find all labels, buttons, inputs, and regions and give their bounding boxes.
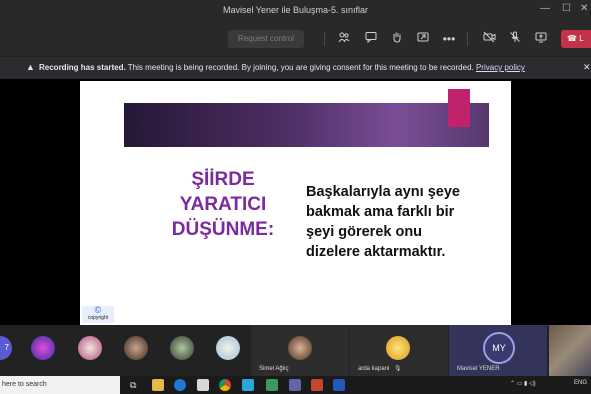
slide-header-band bbox=[124, 103, 489, 147]
avatar[interactable] bbox=[170, 336, 194, 360]
body-line: şeyi görerek onu bbox=[306, 224, 423, 240]
participant-tile[interactable]: Simel Ağlıç bbox=[251, 325, 349, 376]
body-line: dizelere aktarmaktır. bbox=[306, 244, 446, 260]
participants-strip: 7 Simel Ağlıç arda kapani 🎙 MY Mavisel Y… bbox=[0, 325, 591, 376]
body-line: bakmak ama farklı bir bbox=[306, 204, 455, 220]
app-icon[interactable] bbox=[242, 379, 254, 391]
tray-icons[interactable]: ⌃ ▭ ▮ ◁) bbox=[510, 380, 536, 387]
participant-name: Mavisel YENER bbox=[457, 366, 500, 372]
banner-text: This meeting is being recorded. By joini… bbox=[127, 63, 474, 72]
raise-hand-icon[interactable] bbox=[389, 31, 405, 47]
copyright-icon: © bbox=[94, 305, 102, 315]
maximize-icon[interactable]: ☐ bbox=[562, 3, 571, 14]
leave-button[interactable]: ☎ L bbox=[561, 30, 591, 48]
slide-accent-block bbox=[448, 89, 470, 127]
window-title: Mavisel Yener ile Buluşma-5. sınıflar bbox=[222, 5, 369, 15]
toolbar-divider bbox=[467, 32, 468, 46]
taskbar-search[interactable]: here to search bbox=[0, 376, 120, 394]
chat-icon[interactable] bbox=[363, 31, 379, 47]
meeting-toolbar: Request control ••• ☎ L bbox=[0, 22, 591, 57]
close-icon[interactable]: ✕ bbox=[580, 3, 588, 14]
task-view-icon[interactable]: ⧉ bbox=[130, 379, 142, 391]
chrome-icon[interactable] bbox=[219, 379, 231, 391]
participant-name: arda kapani bbox=[358, 366, 390, 372]
participants-icon[interactable] bbox=[336, 31, 352, 47]
slide-body: Başkalarıyla aynı şeye bakmak ama farklı… bbox=[306, 182, 460, 262]
privacy-policy-link[interactable]: Privacy policy bbox=[476, 63, 525, 72]
avatar[interactable] bbox=[124, 336, 148, 360]
toolbar-divider bbox=[324, 32, 325, 46]
powerpoint-icon[interactable] bbox=[311, 379, 323, 391]
participant-tile[interactable]: MY Mavisel YENER bbox=[449, 325, 547, 376]
teams-icon[interactable] bbox=[289, 379, 301, 391]
app-icon[interactable] bbox=[266, 379, 278, 391]
avatar[interactable] bbox=[216, 336, 240, 360]
avatar[interactable] bbox=[31, 336, 55, 360]
recording-banner: ▲ Recording has started. This meeting is… bbox=[0, 57, 591, 79]
presentation-slide: ŞİİRDE YARATICI DÜŞÜNME: Başkalarıyla ay… bbox=[80, 81, 511, 325]
avatar[interactable] bbox=[78, 336, 102, 360]
copyright-label: copyright bbox=[87, 315, 109, 321]
avatar bbox=[386, 336, 410, 360]
slide-heading: ŞİİRDE YARATICI DÜŞÜNME: bbox=[168, 167, 278, 242]
file-explorer-icon[interactable] bbox=[152, 379, 164, 391]
more-options-icon[interactable]: ••• bbox=[441, 31, 457, 47]
mic-off-icon: 🎙 bbox=[394, 366, 402, 372]
avatar: MY bbox=[483, 332, 515, 364]
camera-off-icon[interactable] bbox=[481, 31, 497, 47]
leave-label: L bbox=[579, 34, 584, 43]
avatar bbox=[288, 336, 312, 360]
dismiss-banner-icon[interactable]: ✕ bbox=[583, 62, 591, 73]
title-bar: Mavisel Yener ile Buluşma-5. sınıflar — … bbox=[0, 0, 591, 22]
body-line: Başkalarıyla aynı şeye bbox=[306, 184, 460, 200]
minimize-icon[interactable]: — bbox=[540, 3, 550, 14]
participant-tile[interactable]: arda kapani 🎙 bbox=[350, 325, 448, 376]
request-control-button[interactable]: Request control bbox=[228, 30, 304, 48]
heading-line: YARATICI bbox=[179, 194, 267, 215]
participant-name: Simel Ağlıç bbox=[259, 366, 289, 372]
phone-hangup-icon: ☎ bbox=[567, 34, 577, 43]
share-tray-icon[interactable] bbox=[415, 31, 431, 47]
edge-icon[interactable] bbox=[174, 379, 186, 391]
app-icon[interactable] bbox=[333, 379, 345, 391]
gallery-thumbnail[interactable] bbox=[549, 325, 591, 376]
store-icon[interactable] bbox=[197, 379, 209, 391]
mic-off-icon[interactable] bbox=[507, 31, 523, 47]
overflow-avatar[interactable]: 7 bbox=[0, 336, 12, 360]
os-taskbar: here to search ⧉ ⌃ ▭ ▮ ◁) ENG bbox=[0, 376, 591, 394]
heading-line: DÜŞÜNME: bbox=[171, 219, 275, 240]
banner-title: Recording has started. bbox=[39, 63, 126, 72]
copyright-badge: © copyright bbox=[82, 306, 114, 323]
share-content-icon[interactable] bbox=[533, 31, 549, 47]
warning-icon: ▲ bbox=[26, 62, 35, 72]
heading-line: ŞİİRDE bbox=[191, 169, 255, 190]
language-indicator[interactable]: ENG bbox=[574, 380, 587, 386]
